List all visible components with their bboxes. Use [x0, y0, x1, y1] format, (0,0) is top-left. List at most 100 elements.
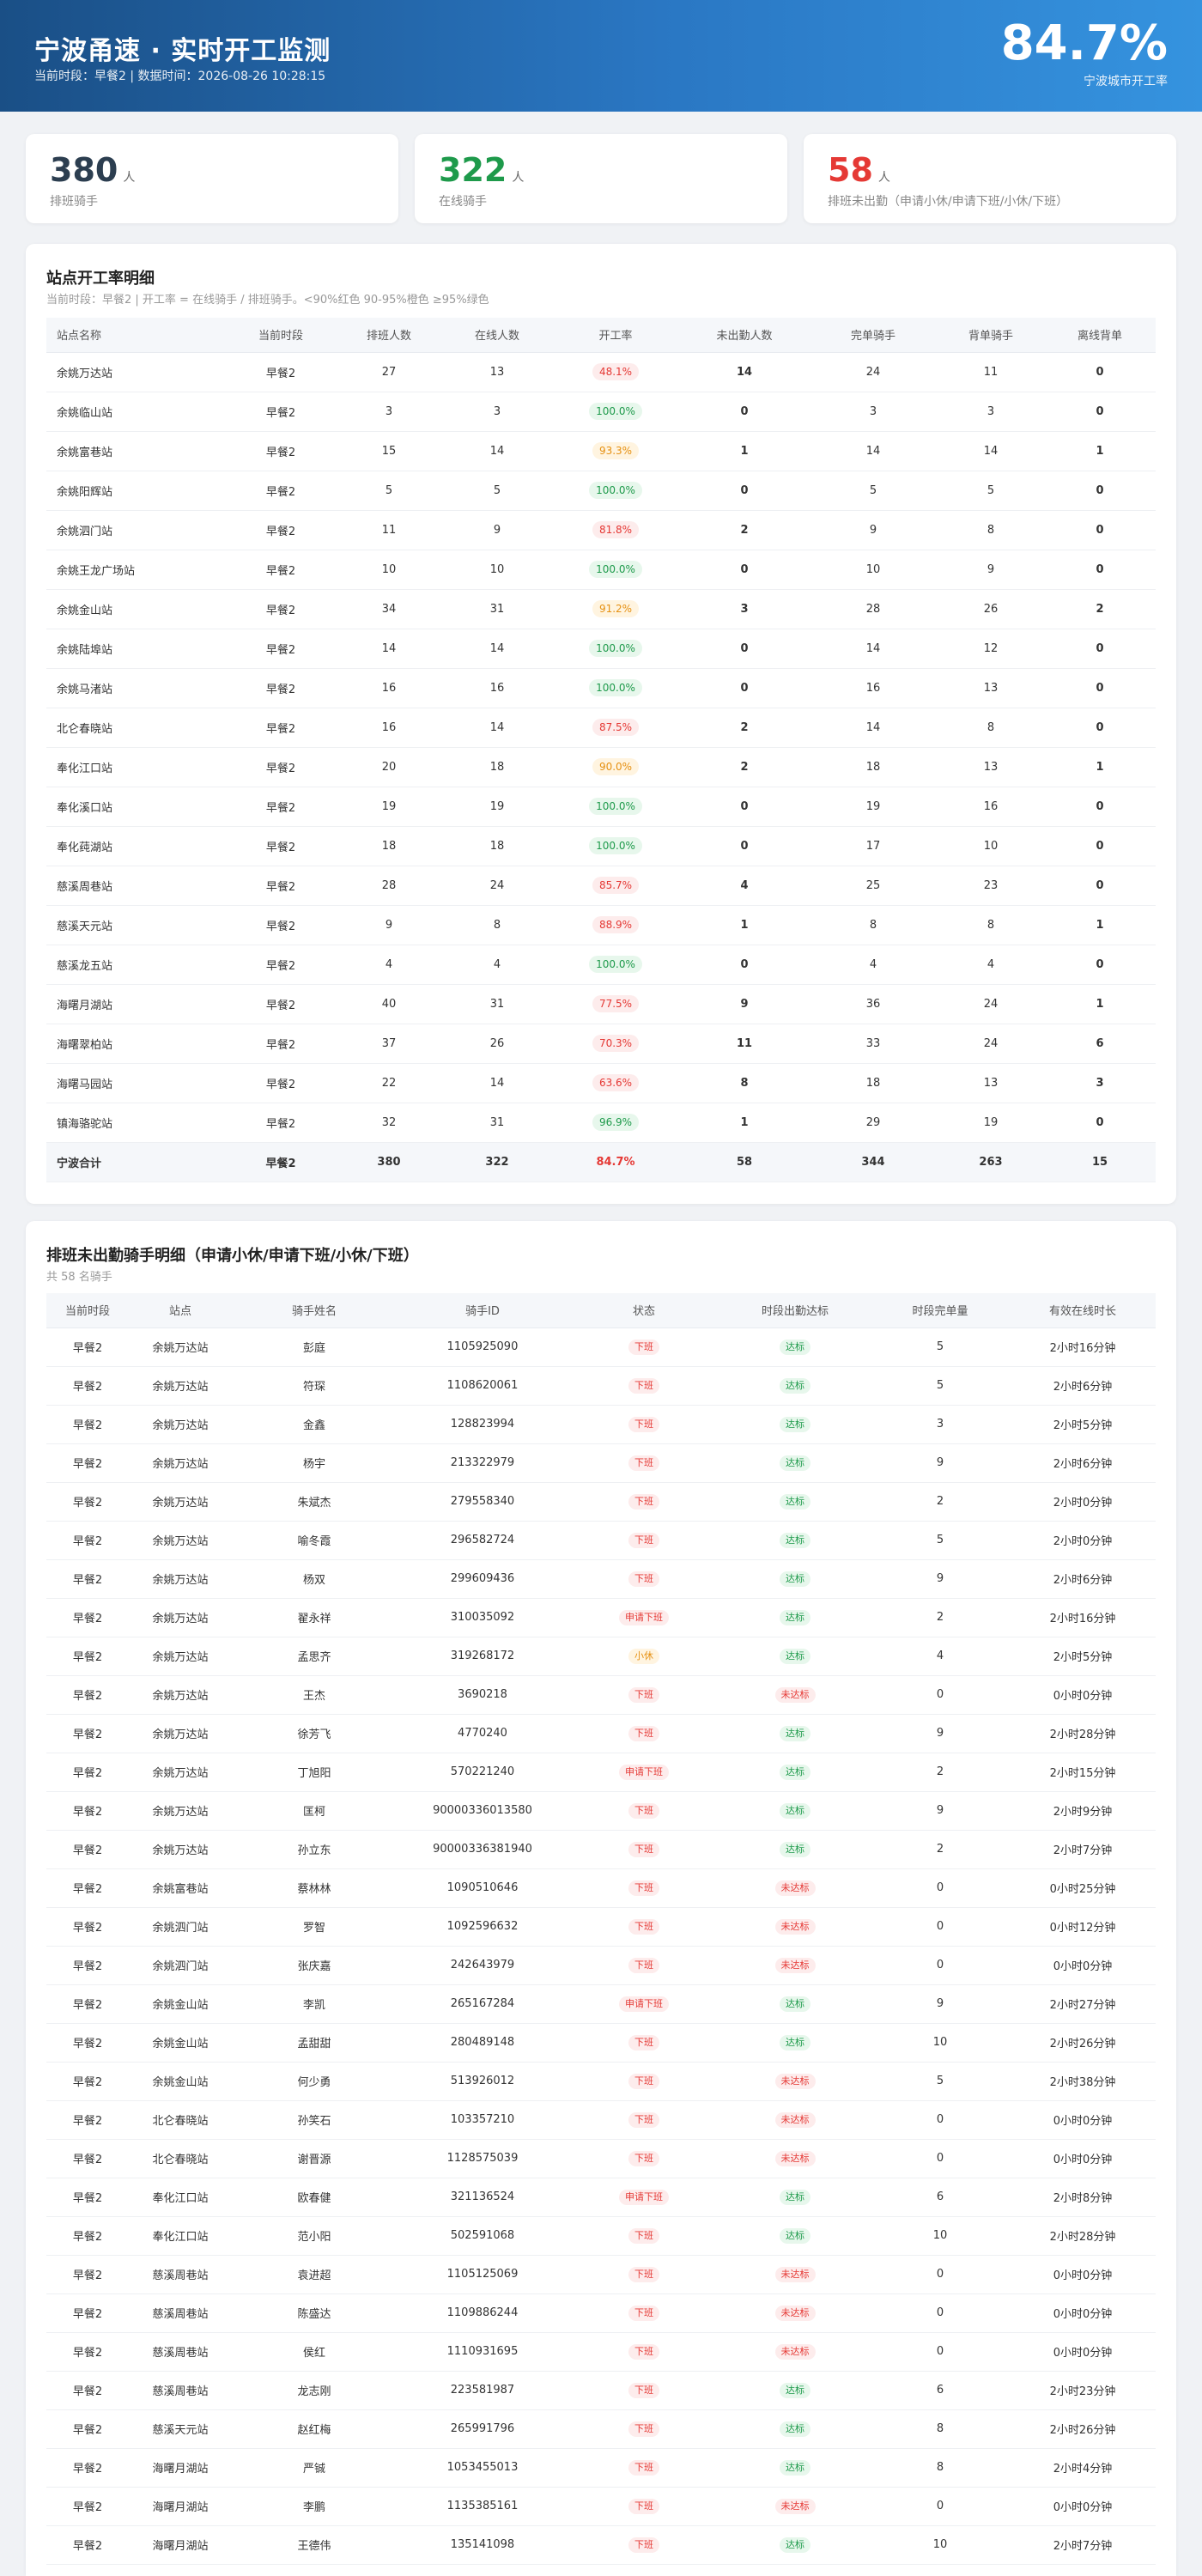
attendance-cell: 达标	[719, 1443, 871, 1483]
attendance-badge: 达标	[780, 1455, 810, 1471]
attendance-cell: 未达标	[719, 2293, 871, 2333]
rate-cell: 63.6%	[551, 1063, 680, 1103]
rider-id: 1110931695	[397, 2332, 568, 2372]
column-header: 骑手ID	[397, 1293, 568, 1328]
offline-carry-cell: 3	[1044, 1063, 1156, 1103]
station-cell: 余姚万达站	[129, 1675, 232, 1715]
rider-id: 310035092	[397, 1598, 568, 1637]
online-cell: 19	[443, 787, 551, 827]
status-badge: 下班	[628, 2150, 659, 2166]
duration-cell: 2小时23分钟	[1010, 2371, 1156, 2410]
carry-cell: 19	[938, 1103, 1044, 1143]
done-cell: 18	[809, 1063, 938, 1103]
attendance-badge: 未达标	[774, 2073, 816, 2089]
rider-name: 孟甜甜	[232, 2023, 397, 2063]
orders-cell: 4	[871, 1637, 1010, 1676]
rate-pill: 96.9%	[592, 1114, 640, 1131]
orders-cell: 2	[871, 1753, 1010, 1792]
duration-cell: 2小时5分钟	[1010, 1405, 1156, 1444]
orders-cell: 5	[871, 2062, 1010, 2101]
period-cell: 早餐2	[227, 866, 335, 906]
card-label: 排班骑手	[50, 195, 98, 209]
table-row: 余姚万达站 早餐2 27 13 48.1% 14 24 11 0	[46, 352, 1156, 392]
table-row: 早餐2 余姚万达站 王杰 3690218 下班 未达标 0 0小时0分钟	[46, 1675, 1156, 1715]
duration-cell: 0小时0分钟	[1010, 2100, 1156, 2140]
attendance-badge: 未达标	[774, 1686, 816, 1703]
station-cell: 余姚万达站	[129, 1598, 232, 1637]
offline-carry-cell: 0	[1044, 668, 1156, 708]
rate-pill: 100.0%	[589, 482, 642, 499]
period-cell: 早餐2	[46, 1482, 129, 1522]
absent-cell: 2	[680, 747, 809, 787]
offline-carry-cell: 0	[1044, 945, 1156, 985]
absent-cell: 4	[680, 866, 809, 906]
done-cell: 5	[809, 471, 938, 511]
done-cell: 18	[809, 747, 938, 787]
period-cell: 早餐2	[46, 1753, 129, 1792]
page-title: 宁波甬速 · 实时开工监测	[34, 36, 331, 66]
attendance-cell: 达标	[719, 1984, 871, 2024]
done-cell: 17	[809, 826, 938, 866]
orders-cell: 0	[871, 1907, 1010, 1947]
attendance-cell: 达标	[719, 1559, 871, 1599]
absent-cell: 0	[680, 668, 809, 708]
status-badge: 下班	[628, 1416, 659, 1432]
period-cell: 早餐2	[46, 2255, 129, 2294]
duration-cell: 2小时7分钟	[1010, 1830, 1156, 1869]
rider-id: 265167284	[397, 1984, 568, 2024]
absent-cell: 3	[680, 589, 809, 629]
attendance-cell: 达标	[719, 2178, 871, 2217]
online-cell: 3	[443, 392, 551, 432]
rate-cell: 88.9%	[551, 905, 680, 945]
attendance-cell: 达标	[719, 1753, 871, 1792]
scheduled-cell: 22	[335, 1063, 443, 1103]
absent-cell: 14	[680, 352, 809, 392]
duration-cell: 2小时6分钟	[1010, 1443, 1156, 1483]
duration-cell: 0小时0分钟	[1010, 1946, 1156, 1985]
orders-cell: 0	[871, 1946, 1010, 1985]
rider-id: 242643979	[397, 1946, 568, 1985]
attendance-cell: 达标	[719, 2216, 871, 2256]
attendance-badge: 达标	[780, 1339, 810, 1355]
status-badge: 小休	[628, 1648, 659, 1664]
done-cell: 14	[809, 431, 938, 471]
online-riders-card: 322 人 在线骑手	[415, 134, 787, 223]
card-value: 58 人	[828, 151, 890, 189]
period-cell: 早餐2	[46, 1946, 129, 1985]
rate-cell: 100.0%	[551, 550, 680, 590]
rate-cell: 84.7%	[551, 1142, 680, 1182]
rate-cell: 85.7%	[551, 866, 680, 906]
station-cell: 北仑春晓站	[129, 2100, 232, 2140]
status-badge: 下班	[628, 2421, 659, 2437]
station-name: 慈溪天元站	[46, 905, 227, 945]
status-cell: 下班	[568, 1327, 719, 1367]
scheduled-cell: 380	[335, 1142, 443, 1182]
column-header: 时段出勤达标	[719, 1293, 871, 1328]
attendance-badge: 达标	[780, 1493, 810, 1510]
rate-pill: 48.1%	[592, 363, 640, 380]
online-cell: 8	[443, 905, 551, 945]
period-cell: 早餐2	[46, 2178, 129, 2217]
attendance-cell: 达标	[719, 1598, 871, 1637]
status-badge: 下班	[628, 2266, 659, 2282]
table-row: 早餐2 余姚金山站 孟甜甜 280489148 下班 达标 10 2小时26分钟	[46, 2023, 1156, 2063]
status-cell: 下班	[568, 2409, 719, 2449]
page-header: 宁波甬速 · 实时开工监测 当前时段：早餐2 | 数据时间：2026-08-26…	[0, 0, 1202, 112]
carry-cell: 263	[938, 1142, 1044, 1182]
duration-cell: 2小时16分钟	[1010, 1598, 1156, 1637]
station-cell: 慈溪周巷站	[129, 2371, 232, 2410]
absent-cell: 1	[680, 1103, 809, 1143]
orders-cell: 9	[871, 1791, 1010, 1831]
table-row: 海曙马园站 早餐2 22 14 63.6% 8 18 13 3	[46, 1063, 1156, 1103]
status-badge: 下班	[628, 1802, 659, 1819]
offline-carry-cell: 0	[1044, 510, 1156, 550]
station-name: 余姚王龙广场站	[46, 550, 227, 590]
rate-cell: 100.0%	[551, 629, 680, 669]
scheduled-cell: 16	[335, 708, 443, 748]
status-cell: 申请下班	[568, 1984, 719, 2024]
status-badge: 下班	[628, 2498, 659, 2514]
column-header: 未出勤人数	[680, 318, 809, 353]
attendance-badge: 达标	[780, 1764, 810, 1780]
status-cell: 下班	[568, 2216, 719, 2256]
table-row: 早餐2 慈溪周巷站 袁进超 1105125069 下班 未达标 0 0小时0分钟	[46, 2255, 1156, 2294]
